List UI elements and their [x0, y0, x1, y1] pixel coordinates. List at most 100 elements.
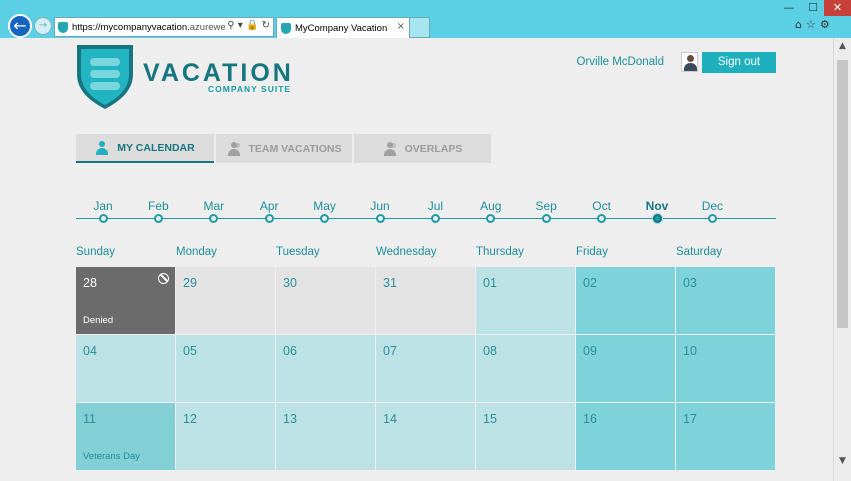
weekday-friday: Friday — [576, 246, 608, 258]
month-dot-aug[interactable] — [486, 214, 496, 223]
calendar-day-cell[interactable]: 11 Veterans Day — [76, 403, 175, 470]
calendar-day-cell[interactable]: 10 — [676, 335, 775, 402]
tab-favicon-icon — [281, 22, 291, 34]
calendar-day-cell[interactable]: 16 — [576, 403, 675, 470]
day-number: 11 — [83, 412, 96, 426]
calendar-day-cell[interactable]: 28 Denied — [76, 267, 175, 334]
day-number: 06 — [283, 344, 297, 358]
month-dot-may[interactable] — [320, 214, 330, 223]
tab-my-calendar[interactable]: MY CALENDAR — [76, 134, 214, 163]
calendar-day-cell[interactable]: 04 — [76, 335, 175, 402]
browser-tool-icons[interactable]: ⌂☆⚙ — [795, 18, 834, 31]
month-label-may[interactable]: May — [300, 199, 350, 213]
calendar-day-cell[interactable]: 14 — [376, 403, 475, 470]
day-number: 08 — [483, 344, 497, 358]
calendar-day-cell[interactable]: 29 — [176, 267, 275, 334]
back-arrow-icon: ← — [13, 16, 27, 35]
day-number: 17 — [683, 412, 697, 426]
forward-button[interactable]: → — [34, 17, 52, 35]
month-dot-nov[interactable] — [652, 214, 662, 223]
month-label-sep[interactable]: Sep — [521, 199, 571, 213]
day-number: 07 — [383, 344, 397, 358]
day-label: Veterans Day — [83, 451, 141, 462]
day-number: 09 — [583, 344, 597, 358]
month-label-aug[interactable]: Aug — [466, 199, 516, 213]
person-icon — [95, 140, 109, 155]
weekday-thursday: Thursday — [476, 246, 524, 258]
calendar-day-cell[interactable]: 31 — [376, 267, 475, 334]
calendar-day-cell[interactable]: 06 — [276, 335, 375, 402]
tab-team-vacations[interactable]: TEAM VACATIONS — [216, 134, 352, 163]
weekday-tuesday: Tuesday — [276, 246, 320, 258]
month-dot-dec[interactable] — [707, 214, 717, 223]
month-dot-sep[interactable] — [541, 214, 551, 223]
day-number: 05 — [183, 344, 197, 358]
month-label-mar[interactable]: Mar — [189, 199, 239, 213]
new-tab-button[interactable] — [410, 17, 430, 38]
url-domain: https://mycompanyvacation. — [72, 21, 190, 33]
month-dot-mar[interactable] — [209, 214, 219, 223]
scroll-down-icon[interactable]: ▼ — [834, 453, 851, 469]
month-label-jun[interactable]: Jun — [355, 199, 405, 213]
month-dot-apr[interactable] — [264, 214, 274, 223]
month-label-jul[interactable]: Jul — [410, 199, 460, 213]
close-window-button[interactable]: ✕ — [824, 0, 851, 16]
day-number: 03 — [683, 276, 697, 290]
day-number: 28 — [83, 276, 97, 290]
month-label-dec[interactable]: Dec — [687, 199, 737, 213]
calendar-day-cell[interactable]: 05 — [176, 335, 275, 402]
month-label-apr[interactable]: Apr — [244, 199, 294, 213]
avatar[interactable] — [681, 52, 698, 72]
month-dot-jun[interactable] — [375, 214, 385, 223]
browser-tab-title: MyCompany Vacation — [295, 22, 388, 34]
sign-out-button[interactable]: Sign out — [702, 52, 776, 73]
day-number: 02 — [583, 276, 597, 290]
back-button[interactable]: ← — [8, 14, 32, 38]
address-bar-icons[interactable]: ⚲ ▾ 🔒 ↻ — [225, 20, 270, 31]
calendar-day-cell[interactable]: 17 — [676, 403, 775, 470]
calendar-day-cell[interactable]: 02 — [576, 267, 675, 334]
minimize-button[interactable]: — — [776, 0, 802, 16]
calendar-day-cell[interactable]: 07 — [376, 335, 475, 402]
day-number: 31 — [383, 276, 397, 290]
browser-chrome: ← → https://mycompanyvacation. azurewebsi… — [0, 0, 851, 38]
day-number: 01 — [483, 276, 497, 290]
calendar-day-cell[interactable]: 09 — [576, 335, 675, 402]
user-name: Orville McDonald — [576, 56, 664, 68]
page-scrollbar[interactable]: ▲ ▼ — [833, 38, 851, 481]
month-label-jan[interactable]: Jan — [78, 199, 128, 213]
weekday-saturday: Saturday — [676, 246, 723, 258]
calendar-day-cell[interactable]: 12 — [176, 403, 275, 470]
day-number: 16 — [583, 412, 597, 426]
day-number: 15 — [483, 412, 497, 426]
tab-overlaps[interactable]: OVERLAPS — [354, 134, 491, 163]
calendar-day-cell[interactable]: 08 — [476, 335, 575, 402]
calendar-day-cell[interactable]: 30 — [276, 267, 375, 334]
tab-close-icon[interactable]: × — [397, 21, 405, 32]
month-label-nov[interactable]: Nov — [632, 199, 682, 213]
calendar-day-cell[interactable]: 15 — [476, 403, 575, 470]
address-bar[interactable]: https://mycompanyvacation. azurewebsit...… — [54, 17, 274, 37]
weekday-monday: Monday — [176, 246, 217, 258]
scroll-thumb[interactable] — [837, 60, 848, 328]
month-dot-jan[interactable] — [98, 214, 108, 223]
month-dot-oct[interactable] — [597, 214, 607, 223]
scroll-up-icon[interactable]: ▲ — [834, 38, 851, 54]
day-label: Denied — [83, 315, 114, 326]
calendar-day-cell[interactable]: 01 — [476, 267, 575, 334]
tab-label: TEAM VACATIONS — [248, 142, 342, 155]
day-number: 14 — [383, 412, 397, 426]
tab-label: OVERLAPS — [404, 142, 463, 155]
month-timeline — [76, 218, 776, 219]
browser-tab[interactable]: MyCompany Vacation × — [276, 17, 410, 38]
day-number: 12 — [183, 412, 197, 426]
logo-subtitle: COMPANY SUITE — [208, 84, 292, 94]
calendar-day-cell[interactable]: 03 — [676, 267, 775, 334]
month-dot-feb[interactable] — [153, 214, 163, 223]
weekday-wednesday: Wednesday — [376, 246, 437, 258]
calendar-day-cell[interactable]: 13 — [276, 403, 375, 470]
month-dot-jul[interactable] — [430, 214, 440, 223]
maximize-button[interactable]: ☐ — [802, 0, 824, 16]
month-label-oct[interactable]: Oct — [577, 199, 627, 213]
month-label-feb[interactable]: Feb — [133, 199, 183, 213]
